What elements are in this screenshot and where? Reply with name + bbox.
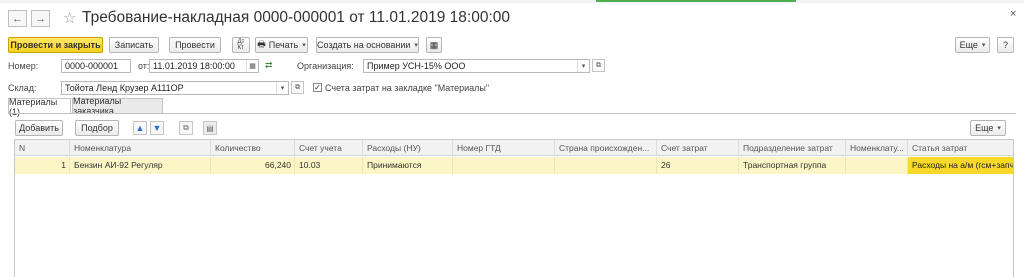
post-button[interactable]: Провести [169, 37, 221, 53]
column-header-cost-department[interactable]: Подразделение затрат [739, 140, 846, 156]
column-header-quantity[interactable]: Количество [211, 140, 295, 156]
number-label: Номер: [8, 61, 39, 71]
column-header-n[interactable]: N [15, 140, 70, 156]
number-field[interactable]: 0000-000001 [61, 59, 131, 73]
more-button[interactable]: Еще ▾ [955, 37, 990, 53]
table-row[interactable]: 1 Бензин АИ-92 Регуляр 66,240 10.03 Прин… [15, 157, 1013, 174]
column-header-nomenclature-group[interactable]: Номенклату... [846, 140, 908, 156]
cell-cost-department[interactable]: Транспортная группа [739, 157, 846, 174]
close-icon[interactable]: × [1010, 8, 1016, 20]
page-title: Требование-накладная 0000-000001 от 11.0… [82, 9, 510, 26]
arrow-left-icon: ← [12, 12, 23, 25]
warehouse-value: Тойота Ленд Крузер А111ОР [65, 83, 184, 93]
debit-credit-report-icon[interactable]: Дт Кт [232, 37, 250, 53]
top-strip [0, 0, 1024, 3]
cell-account[interactable]: 10.03 [295, 157, 363, 174]
create-based-on-button[interactable]: Создать на основании ▾ [316, 37, 419, 53]
help-button[interactable]: ? [997, 37, 1014, 53]
table-more-label: Еще [975, 123, 994, 133]
column-header-nomenclature[interactable]: Номенклатура [70, 140, 211, 156]
table-more-button[interactable]: Еще ▾ [970, 120, 1006, 136]
save-button[interactable]: Записать [109, 37, 159, 53]
cell-cost-account[interactable]: 26 [657, 157, 739, 174]
post-and-close-button[interactable]: Провести и закрыть [8, 37, 103, 53]
date-field[interactable]: 11.01.2019 18:00:00 ▦ [149, 59, 259, 73]
tab-divider [8, 113, 1016, 114]
date-status-icon[interactable]: ⇄ [265, 60, 273, 71]
favorite-star-icon[interactable]: ☆ [63, 9, 76, 27]
cell-customs-number[interactable] [453, 157, 555, 174]
move-down-icon[interactable]: ▼ [150, 121, 164, 135]
column-header-cost-account[interactable]: Счет затрат [657, 140, 739, 156]
cell-cost-item[interactable]: Расходы на а/м (гсм+запч) [908, 157, 1013, 174]
materials-table[interactable]: N Номенклатура Количество Счет учета Рас… [14, 139, 1014, 277]
move-up-icon[interactable]: ▲ [133, 121, 147, 135]
add-row-button[interactable]: Добавить [15, 120, 63, 136]
chevron-down-icon[interactable]: ▾ [276, 82, 288, 94]
open-warehouse-icon[interactable]: ⧉ [291, 81, 304, 94]
print-button[interactable]: 🖶 Печать ▾ [255, 37, 308, 53]
column-header-customs-number[interactable]: Номер ГТД [453, 140, 555, 156]
number-value: 0000-000001 [65, 61, 119, 71]
chevron-down-icon: ▾ [302, 42, 306, 49]
date-label: от: [138, 61, 150, 71]
top-strip-accent [596, 0, 796, 2]
warehouse-label: Склад: [8, 83, 37, 93]
organization-label: Организация: [297, 61, 354, 71]
cell-nomenclature-group[interactable] [846, 157, 908, 174]
cost-accounts-checkbox[interactable]: ✓ [313, 83, 322, 92]
chevron-down-icon: ▾ [414, 42, 418, 49]
open-organization-icon[interactable]: ⧉ [592, 59, 605, 72]
cell-country-origin[interactable] [555, 157, 657, 174]
structure-icon[interactable]: ▦ [426, 37, 442, 53]
cell-expenses-tax[interactable]: Принимаются [363, 157, 453, 174]
warehouse-field[interactable]: Тойота Ленд Крузер А111ОР ▾ [61, 81, 289, 95]
cell-quantity[interactable]: 66,240 [211, 157, 295, 174]
print-label: Печать [268, 40, 299, 50]
calendar-icon[interactable]: ▦ [246, 60, 258, 72]
copy-row-icon[interactable]: ⧉ [179, 121, 193, 135]
create-based-on-label: Создать на основании [317, 40, 411, 50]
paste-row-icon[interactable]: ▤ [203, 121, 217, 135]
cell-nomenclature[interactable]: Бензин АИ-92 Регуляр [70, 157, 211, 174]
chevron-down-icon: ▾ [997, 125, 1001, 132]
column-header-country-origin[interactable]: Страна происхожден... [555, 140, 657, 156]
cost-accounts-label: Счета затрат на закладке "Материалы" [325, 83, 490, 93]
tab-materials[interactable]: Материалы (1) [8, 97, 71, 117]
pick-button[interactable]: Подбор [75, 120, 119, 136]
column-header-expenses-tax[interactable]: Расходы (НУ) [363, 140, 453, 156]
organization-field[interactable]: Пример УСН-15% ООО ▾ [363, 59, 590, 73]
date-value: 11.01.2019 18:00:00 [153, 61, 235, 71]
table-header: N Номенклатура Количество Счет учета Рас… [15, 140, 1013, 156]
organization-value: Пример УСН-15% ООО [367, 61, 466, 71]
chevron-down-icon: ▾ [981, 42, 986, 49]
printer-icon: 🖶 [257, 39, 266, 49]
column-header-account[interactable]: Счет учета [295, 140, 363, 156]
more-label: Еще [959, 40, 978, 50]
checkmark-icon: ✓ [314, 82, 321, 92]
tab-customer-materials[interactable]: Материалы заказчика [72, 96, 163, 116]
column-header-cost-item[interactable]: Статья затрат [908, 140, 1013, 156]
forward-button[interactable]: → [31, 10, 50, 27]
arrow-right-icon: → [35, 12, 46, 25]
cell-n[interactable]: 1 [15, 157, 70, 174]
back-button[interactable]: ← [8, 10, 27, 27]
chevron-down-icon[interactable]: ▾ [577, 60, 589, 72]
